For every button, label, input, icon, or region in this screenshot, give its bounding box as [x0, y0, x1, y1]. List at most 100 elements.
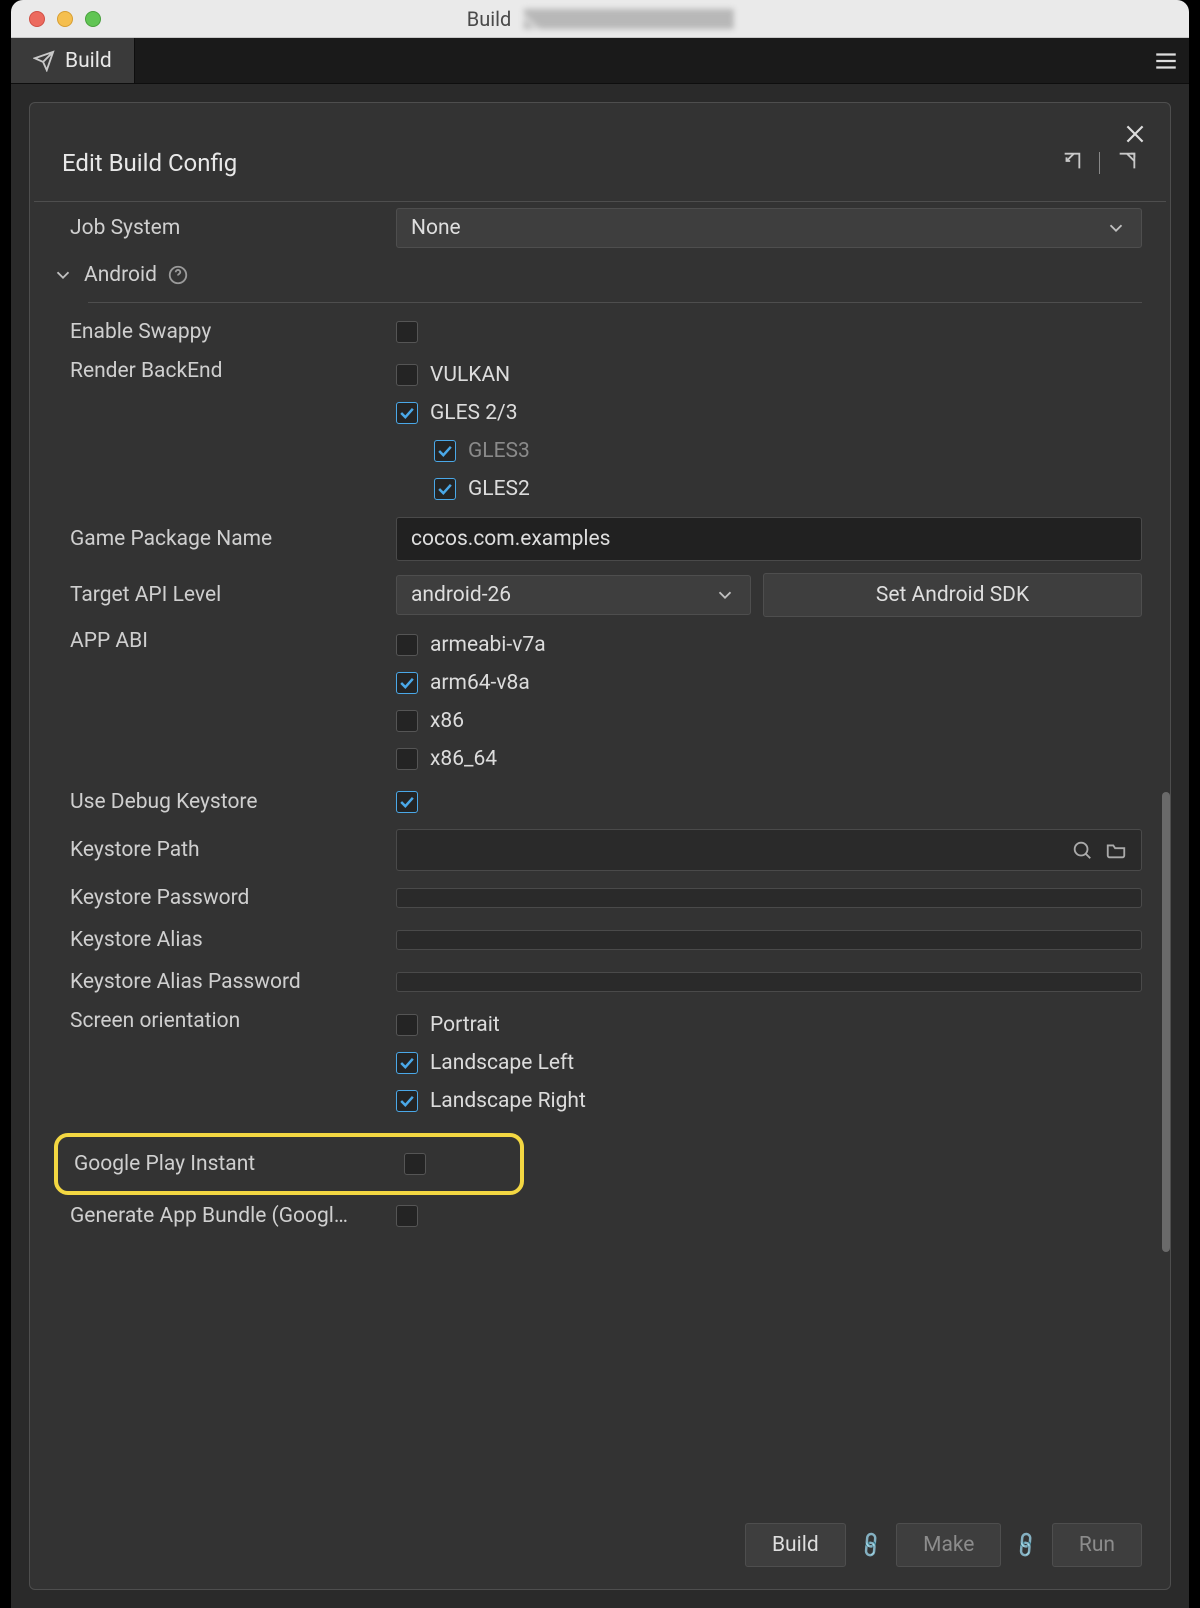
- android-section-header[interactable]: Android: [34, 254, 1142, 296]
- panel-header: Edit Build Config: [34, 103, 1166, 202]
- separator: [1099, 152, 1100, 174]
- scrollbar-thumb[interactable]: [1162, 792, 1170, 1252]
- check-icon: [435, 441, 455, 461]
- gles3-option[interactable]: GLES3: [396, 439, 530, 463]
- landscape-right-label: Landscape Right: [430, 1089, 586, 1113]
- make-button[interactable]: Make: [896, 1523, 1001, 1567]
- google-play-instant-label: Google Play Instant: [58, 1152, 404, 1176]
- keystore-password-input[interactable]: [396, 888, 1142, 908]
- link-icon[interactable]: 🔗: [1011, 1530, 1042, 1560]
- row-job-system: Job System None: [34, 202, 1142, 254]
- landscape-right-checkbox[interactable]: [396, 1090, 418, 1112]
- row-generate-bundle: Generate App Bundle (Googl…: [34, 1195, 1142, 1237]
- row-target-api: Target API Level android-26 Set Android …: [34, 567, 1142, 623]
- enable-swappy-label: Enable Swappy: [34, 320, 396, 344]
- landscape-left-checkbox[interactable]: [396, 1052, 418, 1074]
- vulkan-checkbox[interactable]: [396, 364, 418, 386]
- x86-label: x86: [430, 709, 464, 733]
- search-icon[interactable]: [1071, 839, 1093, 861]
- chevron-down-icon: [52, 264, 74, 286]
- row-keystore-alias-password: Keystore Alias Password: [34, 961, 1142, 1003]
- landscape-right-option[interactable]: Landscape Right: [396, 1089, 586, 1113]
- generate-bundle-checkbox[interactable]: [396, 1205, 418, 1227]
- enable-swappy-checkbox[interactable]: [396, 321, 418, 343]
- google-play-instant-checkbox[interactable]: [404, 1153, 426, 1175]
- arm64-checkbox[interactable]: [396, 672, 418, 694]
- row-debug-keystore: Use Debug Keystore: [34, 781, 1142, 823]
- run-button[interactable]: Run: [1052, 1523, 1142, 1567]
- hamburger-menu-button[interactable]: [1143, 38, 1189, 83]
- gles2-option[interactable]: GLES2: [396, 477, 530, 501]
- check-icon: [397, 403, 417, 423]
- row-google-play-instant: Google Play Instant: [58, 1143, 512, 1185]
- build-window: Build Build Edit Build Config: [11, 0, 1189, 1608]
- build-button[interactable]: Build: [745, 1523, 846, 1567]
- tab-build[interactable]: Build: [11, 38, 135, 83]
- build-config-panel: Edit Build Config Job System None: [29, 102, 1171, 1590]
- debug-keystore-checkbox[interactable]: [396, 791, 418, 813]
- import-icon: [1061, 150, 1083, 172]
- chevron-down-icon: [1105, 217, 1127, 239]
- export-button[interactable]: [1116, 150, 1138, 177]
- google-play-instant-highlight: Google Play Instant: [54, 1133, 524, 1195]
- gles23-option[interactable]: GLES 2/3: [396, 401, 530, 425]
- app-abi-label: APP ABI: [34, 629, 396, 653]
- export-icon: [1116, 150, 1138, 172]
- keystore-alias-password-input[interactable]: [396, 972, 1142, 992]
- package-name-value: cocos.com.examples: [411, 527, 611, 551]
- check-icon: [435, 479, 455, 499]
- gles23-checkbox[interactable]: [396, 402, 418, 424]
- package-name-input[interactable]: cocos.com.examples: [396, 517, 1142, 561]
- panel-footer: Build 🔗 Make 🔗 Run: [745, 1523, 1142, 1567]
- x86-option[interactable]: x86: [396, 709, 546, 733]
- render-backend-label: Render BackEnd: [34, 359, 396, 383]
- gles23-label: GLES 2/3: [430, 401, 518, 425]
- traffic-lights: [11, 11, 101, 27]
- close-window-button[interactable]: [29, 11, 45, 27]
- check-icon: [397, 792, 417, 812]
- vulkan-label: VULKAN: [430, 363, 510, 387]
- android-section-label: Android: [84, 263, 157, 287]
- gles3-checkbox[interactable]: [434, 440, 456, 462]
- x86-64-option[interactable]: x86_64: [396, 747, 546, 771]
- maximize-window-button[interactable]: [85, 11, 101, 27]
- generate-bundle-label: Generate App Bundle (Googl…: [34, 1204, 396, 1228]
- job-system-label: Job System: [34, 216, 396, 240]
- set-android-sdk-button[interactable]: Set Android SDK: [763, 573, 1142, 617]
- folder-open-icon[interactable]: [1105, 839, 1127, 861]
- arm64-option[interactable]: arm64-v8a: [396, 671, 546, 695]
- portrait-option[interactable]: Portrait: [396, 1013, 586, 1037]
- help-icon[interactable]: [167, 264, 189, 286]
- armeabi-label: armeabi-v7a: [430, 633, 546, 657]
- target-api-dropdown[interactable]: android-26: [396, 575, 751, 615]
- armeabi-checkbox[interactable]: [396, 634, 418, 656]
- check-icon: [397, 1091, 417, 1111]
- armeabi-option[interactable]: armeabi-v7a: [396, 633, 546, 657]
- portrait-checkbox[interactable]: [396, 1014, 418, 1036]
- x86-checkbox[interactable]: [396, 710, 418, 732]
- chevron-down-icon: [714, 584, 736, 606]
- window-title: Build: [467, 7, 734, 31]
- minimize-window-button[interactable]: [57, 11, 73, 27]
- panel-actions: [1061, 150, 1138, 177]
- arm64-label: arm64-v8a: [430, 671, 530, 695]
- link-icon[interactable]: 🔗: [856, 1530, 887, 1560]
- x86-64-checkbox[interactable]: [396, 748, 418, 770]
- keystore-path-label: Keystore Path: [34, 838, 396, 862]
- panel-close-button[interactable]: [1122, 121, 1148, 152]
- keystore-password-label: Keystore Password: [34, 886, 396, 910]
- keystore-path-input[interactable]: [396, 829, 1142, 871]
- row-keystore-password: Keystore Password: [34, 877, 1142, 919]
- target-api-label: Target API Level: [34, 583, 396, 607]
- portrait-label: Portrait: [430, 1013, 500, 1037]
- window-titlebar: Build: [11, 0, 1189, 38]
- row-orientation: Screen orientation Portrait Landscape Le…: [34, 1003, 1142, 1123]
- landscape-left-option[interactable]: Landscape Left: [396, 1051, 586, 1075]
- row-render-backend: Render BackEnd VULKAN GLES 2/3: [34, 353, 1142, 511]
- import-button[interactable]: [1061, 150, 1083, 177]
- vulkan-option[interactable]: VULKAN: [396, 363, 530, 387]
- gles2-checkbox[interactable]: [434, 478, 456, 500]
- job-system-dropdown[interactable]: None: [396, 208, 1142, 248]
- check-icon: [397, 673, 417, 693]
- keystore-alias-input[interactable]: [396, 930, 1142, 950]
